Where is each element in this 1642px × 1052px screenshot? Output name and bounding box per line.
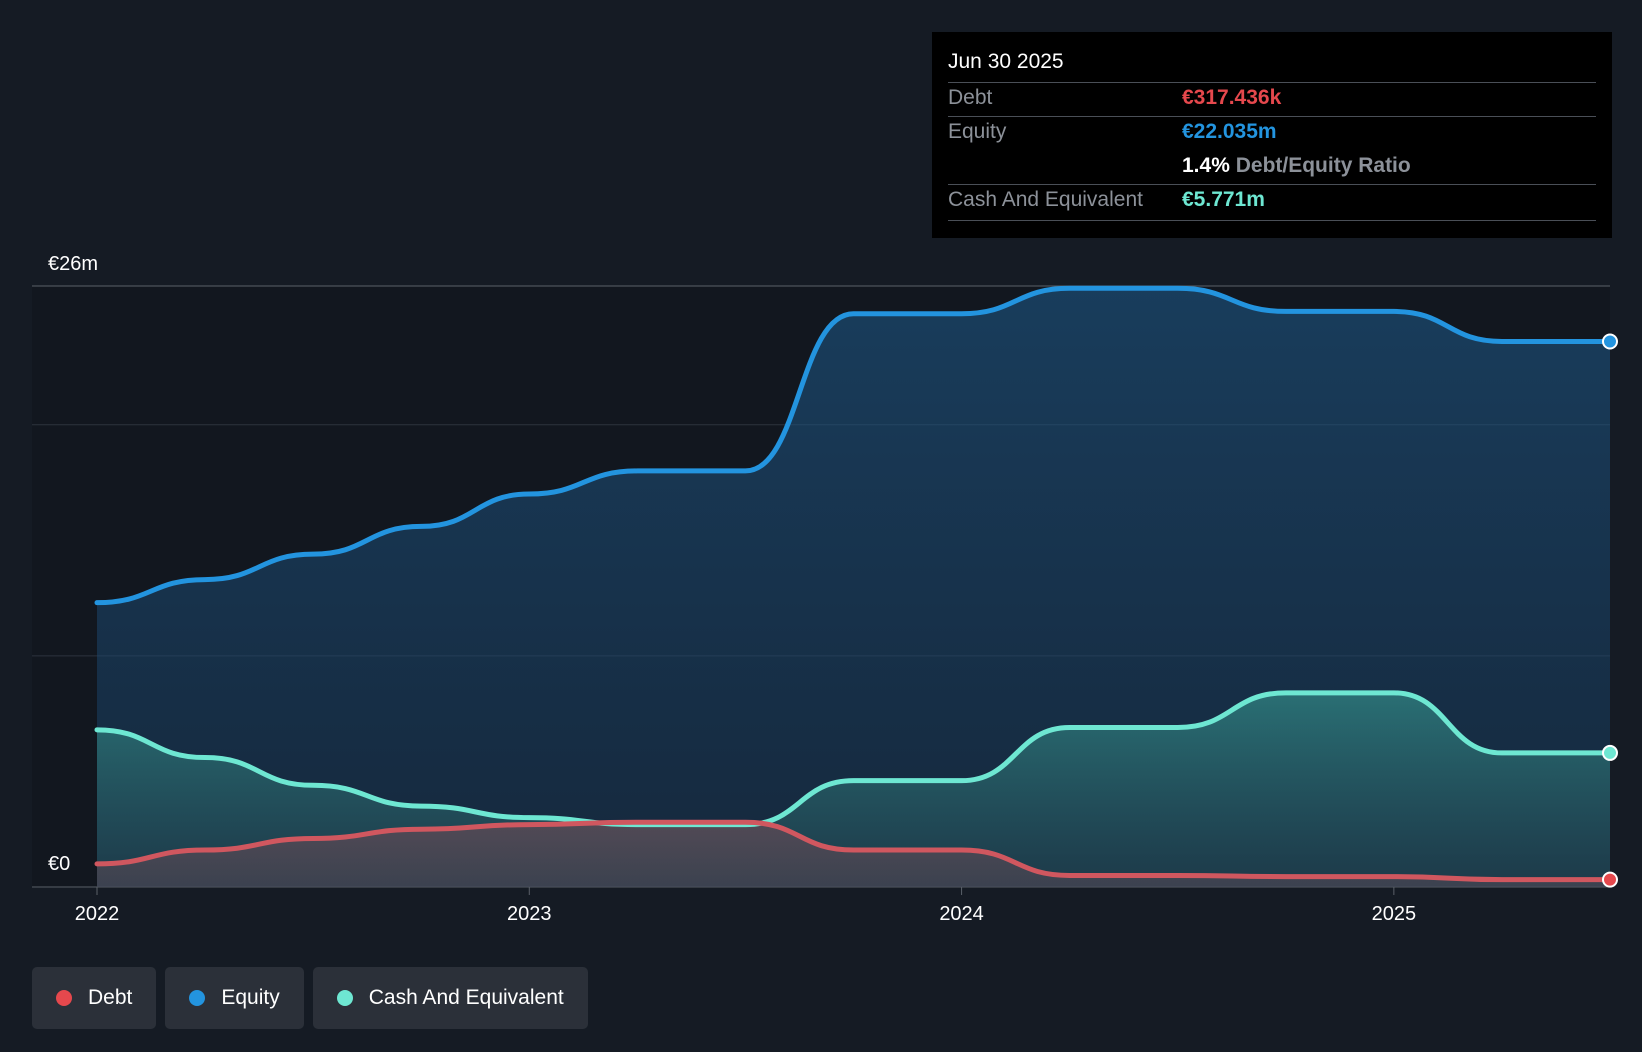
tooltip-debt-label: Debt bbox=[948, 86, 993, 109]
legend-label-debt: Debt bbox=[88, 986, 133, 1009]
tooltip: Jun 30 2025 Debt €317.436k Equity €22.03… bbox=[932, 32, 1612, 238]
tooltip-ratio-value: 1.4% bbox=[1182, 154, 1230, 177]
debt-dot-icon bbox=[56, 990, 72, 1006]
tooltip-ratio-label: Debt/Equity Ratio bbox=[1235, 154, 1411, 177]
legend-label-equity: Equity bbox=[221, 986, 280, 1009]
tooltip-ratio: 1.4% Debt/Equity Ratio bbox=[1182, 154, 1411, 178]
equity-end-marker[interactable] bbox=[1602, 333, 1618, 350]
tooltip-divider bbox=[948, 82, 1596, 83]
tooltip-cash-value: €5.771m bbox=[1182, 188, 1265, 211]
x-tick-label: 2023 bbox=[507, 903, 552, 925]
equity-dot-icon bbox=[189, 990, 206, 1006]
tooltip-equity-value: €22.035m bbox=[1182, 120, 1277, 143]
legend-item-debt[interactable]: Debt bbox=[32, 967, 157, 1029]
debt-end-marker[interactable] bbox=[1602, 871, 1618, 888]
tooltip-divider bbox=[948, 184, 1596, 185]
legend-label-cash: Cash And Equivalent bbox=[368, 986, 564, 1009]
legend: Debt Equity Cash And Equivalent bbox=[32, 967, 588, 1029]
legend-item-cash[interactable]: Cash And Equivalent bbox=[312, 967, 588, 1029]
y-tick-label-bottom: €0 bbox=[48, 853, 70, 875]
x-tick-label: 2024 bbox=[939, 903, 984, 925]
tooltip-divider bbox=[948, 220, 1596, 221]
x-tick-label: 2025 bbox=[1372, 903, 1417, 925]
cash-and-equivalent-end-marker[interactable] bbox=[1602, 744, 1618, 761]
legend-item-equity[interactable]: Equity bbox=[165, 967, 304, 1029]
cash-dot-icon bbox=[336, 990, 353, 1006]
tooltip-equity-label: Equity bbox=[948, 120, 1007, 143]
x-tick-label: 2022 bbox=[75, 903, 120, 925]
tooltip-cash-label: Cash And Equivalent bbox=[948, 188, 1143, 211]
tooltip-date: Jun 30 2025 bbox=[948, 50, 1064, 73]
tooltip-debt-value: €317.436k bbox=[1182, 86, 1282, 109]
tooltip-divider bbox=[948, 116, 1596, 117]
y-tick-label-top: €26m bbox=[48, 253, 98, 275]
